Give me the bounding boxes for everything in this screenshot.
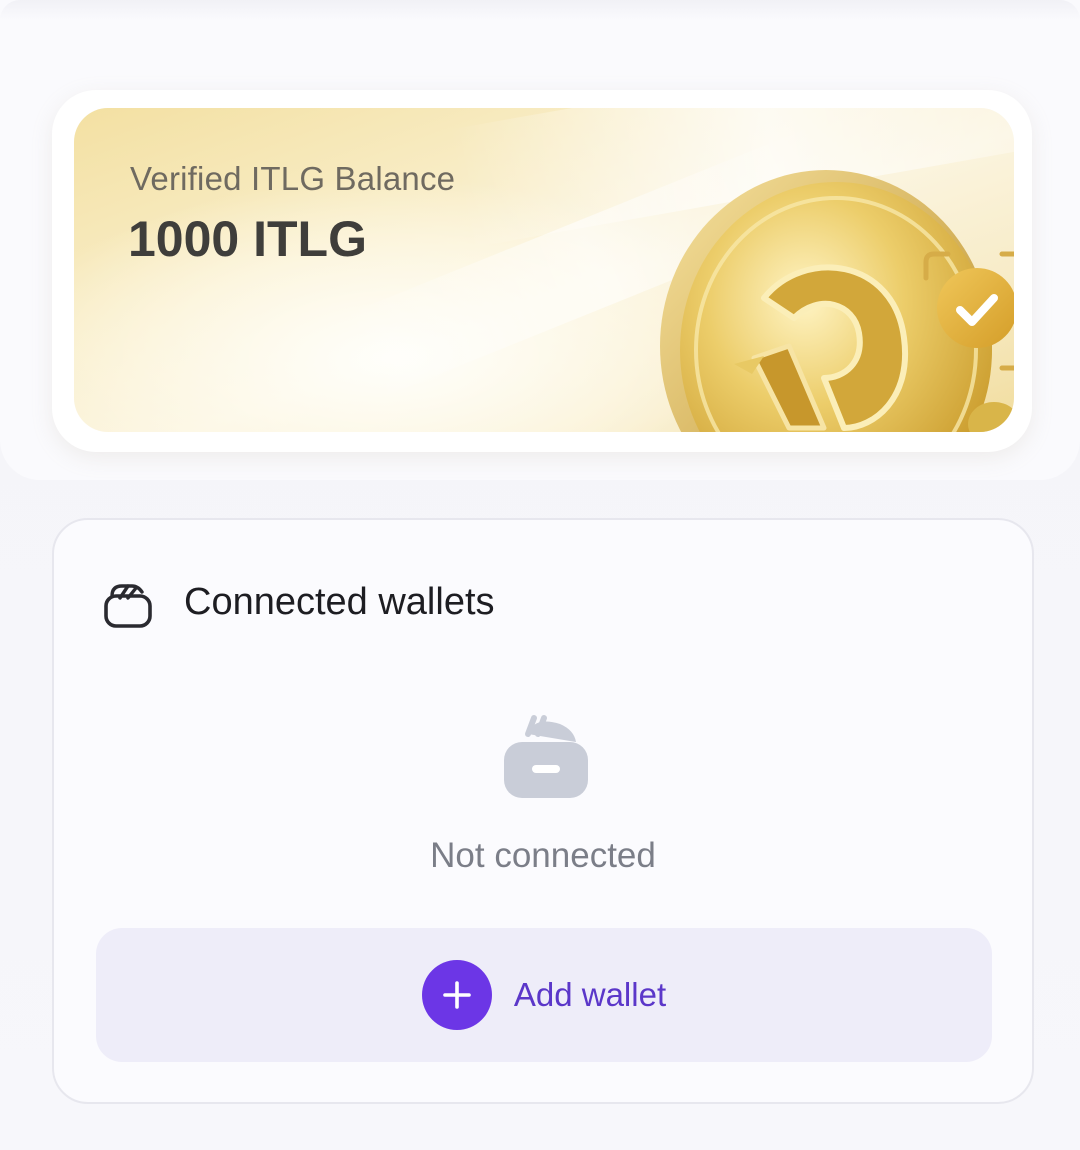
wallet-icon [104,584,152,628]
wallet-empty-icon [504,715,588,798]
balance-card: Verified ITLG Balance 1000 ITLG [74,108,1014,432]
wallet-screen: Verified ITLG Balance 1000 ITLG Connecte… [0,0,1080,1150]
connected-wallets-header: Connected wallets [98,572,495,632]
add-wallet-label: Add wallet [513,976,667,1013]
balance-label: Verified ITLG Balance [130,160,456,197]
connected-wallets-title: Connected wallets [184,580,495,623]
balance-card-frame: Verified ITLG Balance 1000 ITLG [52,90,1032,452]
add-wallet-button[interactable]: Add wallet [96,928,992,1062]
itlg-coin-icon [660,170,1014,432]
plus-icon [421,960,492,1030]
balance-value: 1000 ITLG [128,211,367,267]
wallet-status-text: Not connected [430,836,656,875]
connected-wallets-card: Connected wallets Not connected Add wall… [52,518,1034,1104]
